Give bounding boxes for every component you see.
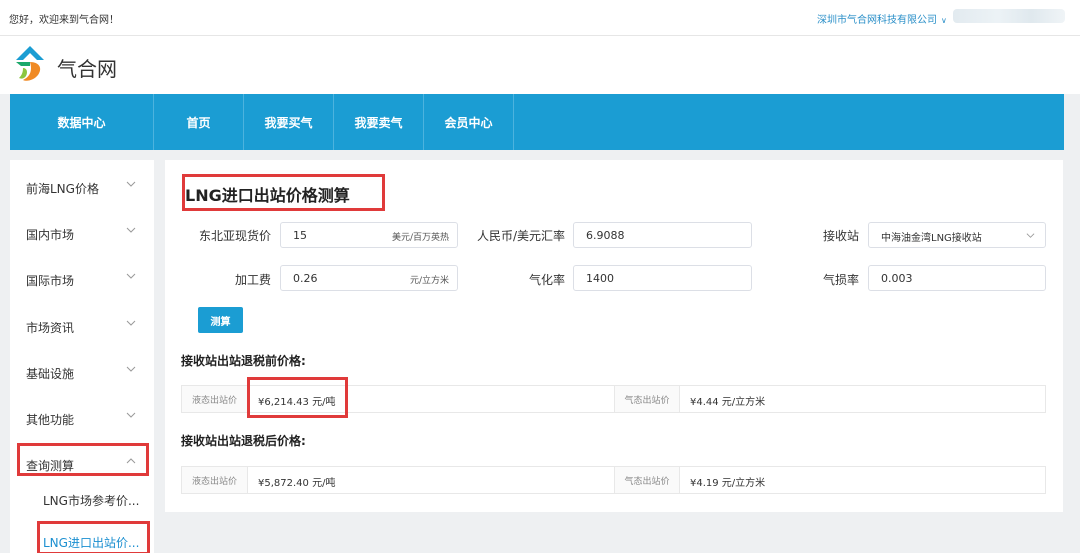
sidebar-sub-item-lng-import-price[interactable]: LNG进口出站价... (43, 534, 153, 553)
nav-item-buy-gas[interactable]: 我要买气 (244, 94, 334, 150)
exchange-rate-value: 6.9088 (586, 229, 625, 242)
company-name: 深圳市气合网科技有限公司 (817, 15, 937, 26)
sidebar-item-qianhai-lng-price[interactable]: 前海LNG价格 (10, 172, 154, 202)
page-title: LNG进口出站价格测算 (185, 186, 350, 205)
sidebar-item-query-calc[interactable]: 查询测算 (10, 449, 154, 479)
gas-price-label: 气态出站价 (614, 467, 680, 493)
before-tax-row: 液态出站价 ¥6,214.43 元/吨 气态出站价 ¥4.44 元/立方米 (181, 385, 1046, 413)
chevron-down-icon (1026, 233, 1035, 238)
liquid-price-label: 液态出站价 (182, 386, 248, 412)
chevron-down-icon (126, 181, 136, 187)
nav-item-member-center[interactable]: 会员中心 (424, 94, 514, 150)
exchange-rate-input[interactable]: 6.9088 (573, 222, 752, 248)
chevron-down-icon (126, 273, 136, 279)
terminal-label: 接收站 (822, 229, 859, 243)
gas-loss-rate-value: 0.003 (881, 272, 913, 285)
liquid-price-value: ¥6,214.43 元/吨 (258, 397, 336, 408)
chevron-down-icon (126, 412, 136, 418)
sidebar-item-label: 查询测算 (26, 459, 75, 473)
main-panel: LNG进口出站价格测算 东北亚现货价 15 美元/百万英热 人民币/美元汇率 6… (165, 160, 1063, 512)
spot-price-value: 15 (293, 229, 307, 242)
company-menu[interactable]: 深圳市气合网科技有限公司 ∨ (817, 11, 947, 26)
gas-loss-rate-label: 气损率 (822, 273, 859, 287)
chevron-up-icon (126, 458, 136, 464)
sidebar-item-label: 国内市场 (26, 228, 75, 242)
processing-fee-unit: 元/立方米 (409, 276, 449, 286)
spot-price-label: 东北亚现货价 (198, 229, 271, 243)
chevron-down-icon (126, 320, 136, 326)
sidebar-item-label: 国际市场 (26, 274, 75, 288)
chevron-down-icon: ∨ (941, 16, 947, 25)
gas-loss-rate-input[interactable]: 0.003 (868, 265, 1046, 291)
processing-fee-input[interactable]: 0.26 元/立方米 (280, 265, 458, 291)
spot-price-unit: 美元/百万英热 (391, 233, 449, 243)
sidebar-item-market-news[interactable]: 市场资讯 (10, 311, 154, 341)
before-tax-heading: 接收站出站退税前价格: (181, 354, 306, 368)
brand-name: 气合网 (57, 57, 117, 81)
terminal-value: 中海油金湾LNG接收站 (881, 233, 982, 244)
gasification-rate-label: 气化率 (528, 273, 565, 287)
nav-item-data-center[interactable]: 数据中心 (10, 94, 154, 150)
after-tax-row: 液态出站价 ¥5,872.40 元/吨 气态出站价 ¥4.19 元/立方米 (181, 466, 1046, 494)
calculate-button[interactable]: 测算 (198, 307, 243, 333)
chevron-down-icon (126, 366, 136, 372)
exchange-rate-label: 人民币/美元汇率 (476, 229, 565, 243)
spot-price-input[interactable]: 15 美元/百万英热 (280, 222, 458, 248)
sidebar: 前海LNG价格 国内市场 国际市场 市场资讯 基础设施 其他功能 查询测算 LN… (10, 160, 154, 553)
processing-fee-label: 加工费 (234, 273, 271, 287)
gas-price-value: ¥4.19 元/立方米 (690, 478, 766, 489)
sidebar-item-label: 前海LNG价格 (26, 182, 99, 196)
after-tax-heading: 接收站出站退税后价格: (181, 434, 306, 448)
liquid-price-value: ¥5,872.40 元/吨 (258, 478, 336, 489)
gasification-rate-value: 1400 (586, 272, 614, 285)
sidebar-item-label: 其他功能 (26, 413, 75, 427)
logo-icon[interactable] (13, 44, 47, 84)
chevron-down-icon (126, 227, 136, 233)
sidebar-item-label: 市场资讯 (26, 321, 75, 335)
sidebar-item-other-functions[interactable]: 其他功能 (10, 403, 154, 433)
processing-fee-value: 0.26 (293, 272, 318, 285)
sidebar-item-infrastructure[interactable]: 基础设施 (10, 357, 154, 387)
sidebar-sub-item-lng-market-ref-price[interactable]: LNG市场参考价... (43, 492, 153, 514)
blurred-user-info (953, 9, 1065, 23)
welcome-text: 您好，欢迎来到气合网！ (9, 15, 119, 26)
liquid-price-label: 液态出站价 (182, 467, 248, 493)
sidebar-item-label: 基础设施 (26, 367, 75, 381)
nav-item-sell-gas[interactable]: 我要卖气 (334, 94, 424, 150)
sidebar-item-domestic-market[interactable]: 国内市场 (10, 218, 154, 248)
gas-price-label: 气态出站价 (614, 386, 680, 412)
site-header: 气合网 (0, 36, 1080, 94)
terminal-select[interactable]: 中海油金湾LNG接收站 (868, 222, 1046, 248)
nav-item-home[interactable]: 首页 (154, 94, 244, 150)
main-nav: 数据中心 首页 我要买气 我要卖气 会员中心 (10, 94, 1064, 150)
gas-price-value: ¥4.44 元/立方米 (690, 397, 766, 408)
sidebar-item-international-market[interactable]: 国际市场 (10, 264, 154, 294)
top-bar: 您好，欢迎来到气合网！ 深圳市气合网科技有限公司 ∨ (0, 0, 1080, 36)
gasification-rate-input[interactable]: 1400 (573, 265, 752, 291)
